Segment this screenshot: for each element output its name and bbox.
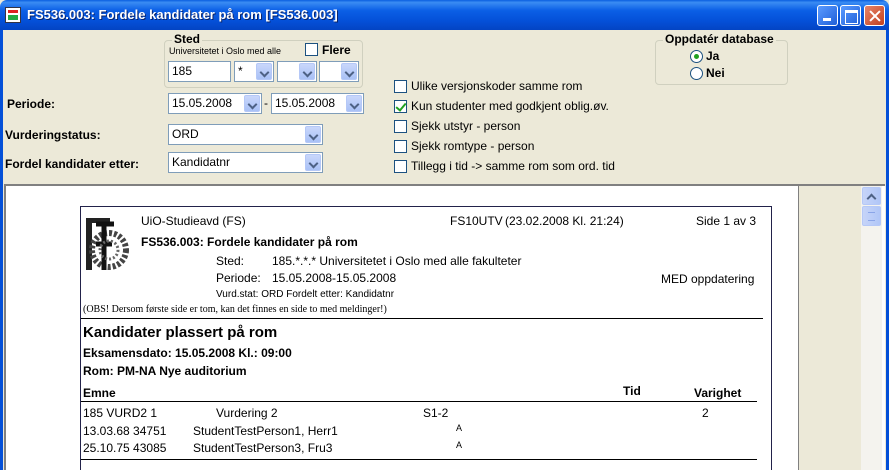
option-checkbox-oblig[interactable] [394, 100, 407, 113]
option-checkbox-versjonskoder[interactable] [394, 80, 407, 93]
sted-combo-3[interactable] [319, 61, 359, 82]
report-timestamp: (23.02.2008 Kl. 21:24) [505, 214, 624, 228]
report-column-divider [81, 401, 757, 402]
window-title: FS536.003: Fordele kandidater på rom [FS… [27, 7, 338, 22]
report-room: Rom: PM-NA Nye auditorium [83, 364, 247, 378]
report-row-name: Vurdering 2 [216, 406, 278, 420]
flere-label: Flere [322, 43, 351, 57]
student-id: 25.10.75 43085 [83, 441, 167, 455]
scroll-up-icon[interactable] [862, 187, 881, 205]
vurderingstatus-value: ORD [172, 127, 199, 141]
periode-to-value: 15.05.2008 [275, 96, 336, 110]
student-name: StudentTestPerson3, Fru3 [193, 441, 333, 455]
periode-to-combo[interactable]: 15.05.2008 [271, 93, 364, 114]
chevron-down-icon[interactable] [299, 63, 315, 80]
report-code: FS10UTV [450, 214, 503, 228]
sted-org-name: Universitetet i Oslo med alle [169, 46, 282, 56]
chevron-down-icon[interactable] [305, 154, 321, 171]
fordel-value: Kandidatnr [172, 155, 231, 169]
fordel-label: Fordel kandidater etter: [5, 157, 140, 171]
report-col-tid: Tid [623, 384, 641, 398]
report-row-varighet: 2 [702, 406, 709, 420]
chevron-down-icon[interactable] [256, 63, 272, 80]
report-sted-value: 185.*.*.* Universitetet i Oslo med alle … [272, 254, 522, 268]
fs-logo [84, 216, 130, 272]
periode-from-combo[interactable]: 15.05.2008 [168, 93, 262, 114]
report-vurd-line: Vurd.stat: ORD Fordelt etter: Kandidatnr [216, 289, 395, 300]
nei-label: Nei [706, 66, 725, 80]
chevron-down-icon[interactable] [346, 95, 362, 112]
vertical-scrollbar[interactable] [861, 186, 882, 470]
window-border-left [0, 30, 3, 470]
sted-code-input[interactable]: 185 [168, 61, 231, 82]
chevron-down-icon[interactable] [244, 95, 260, 112]
option-label-versjonskoder: Ulike versjonskoder samme rom [411, 79, 583, 93]
report-row-code: 185 VURD2 1 [83, 406, 158, 420]
periode-separator: - [264, 96, 268, 110]
report-note: (OBS! Dersom første side er tom, kan det… [83, 304, 387, 315]
option-label-romtype: Sjekk romtype - person [411, 139, 535, 153]
report-header-divider [81, 318, 763, 319]
chevron-down-icon[interactable] [305, 126, 321, 143]
option-label-tillegg: Tillegg i tid -> samme rom som ord. tid [411, 159, 615, 173]
report-update-mode: MED oppdatering [661, 272, 755, 286]
student-mark: A [456, 440, 463, 450]
minimize-button[interactable] [817, 5, 838, 26]
app-icon[interactable] [5, 7, 21, 23]
fordel-combo[interactable]: Kandidatnr [168, 152, 323, 173]
close-button[interactable] [864, 5, 885, 26]
option-checkbox-utstyr[interactable] [394, 120, 407, 133]
report-margin [798, 186, 861, 470]
report-col-varighet: Varighet [694, 386, 742, 400]
periode-from-value: 15.05.2008 [172, 96, 233, 110]
option-label-utstyr: Sjekk utstyr - person [411, 119, 521, 133]
sted-combo-2[interactable] [277, 61, 317, 82]
student-id: 13.03.68 34751 [83, 424, 167, 438]
report-row-slot: S1-2 [423, 406, 449, 420]
chevron-down-icon[interactable] [341, 63, 357, 80]
student-name: StudentTestPerson1, Herr1 [193, 424, 338, 438]
vurderingstatus-label: Vurderingstatus: [5, 128, 101, 142]
nei-radio[interactable] [690, 67, 703, 80]
periode-label: Periode: [7, 97, 56, 111]
option-checkbox-tillegg[interactable] [394, 160, 407, 173]
report-org: UiO-Studieavd (FS) [141, 214, 246, 228]
report-section-title: Kandidater plassert på rom [83, 324, 278, 341]
report-periode-value: 15.05.2008-15.05.2008 [272, 271, 397, 285]
report-page-info: Side 1 av 3 [696, 214, 757, 228]
flere-checkbox[interactable] [305, 43, 318, 56]
report-heading: FS536.003: Fordele kandidater på rom [141, 235, 358, 249]
oppdater-group-title: Oppdatér database [663, 32, 776, 46]
ja-label: Ja [706, 49, 720, 63]
report-sted-label: Sted: [216, 254, 245, 268]
report-col-emne: Emne [83, 386, 116, 400]
sted-group-title: Sted [172, 32, 203, 46]
report-periode-label: Periode: [216, 271, 261, 285]
vurderingstatus-combo[interactable]: ORD [168, 124, 323, 145]
sted-combo-1-value: * [238, 64, 243, 78]
student-mark: A [456, 423, 463, 433]
option-label-oblig: Kun studenter med godkjent oblig.øv. [411, 99, 609, 113]
report-exam-date: Eksamensdato: 15.05.2008 Kl.: 09:00 [83, 346, 292, 360]
maximize-button[interactable] [840, 5, 861, 26]
option-checkbox-romtype[interactable] [394, 140, 407, 153]
sted-combo-1[interactable]: * [234, 61, 274, 82]
ja-radio[interactable] [690, 50, 703, 63]
scrollbar-thumb[interactable] [862, 206, 881, 226]
report-row-divider [81, 459, 757, 460]
